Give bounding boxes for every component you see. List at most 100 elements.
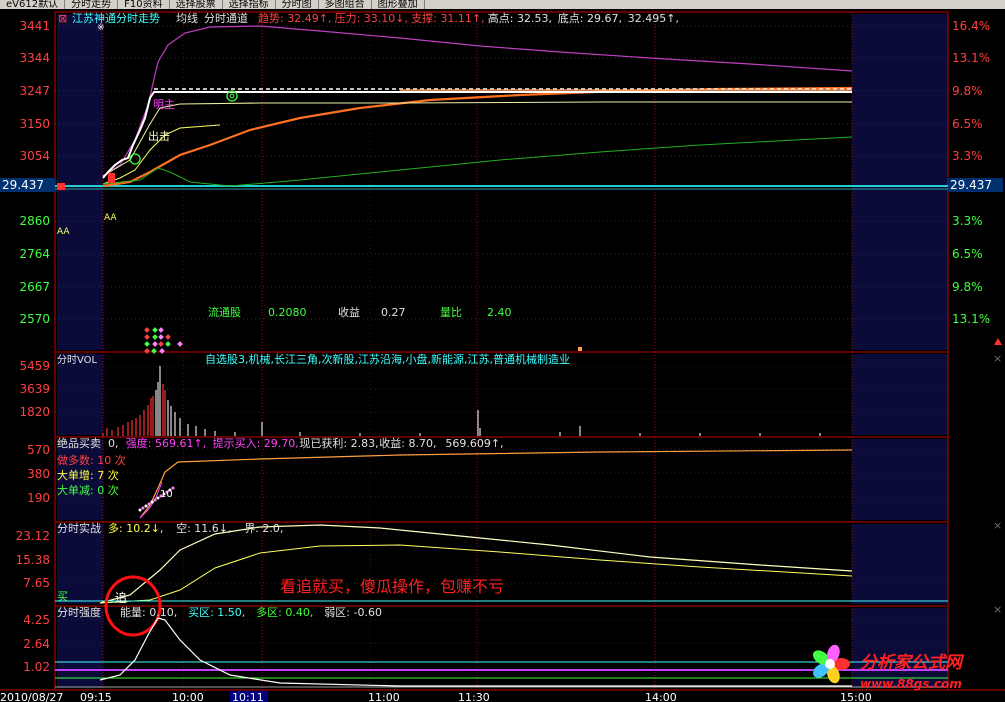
vol-tags: 自选股3,机械,长江三角,次新股,江苏沿海,小盘,新能源,江苏,普通机械制造业 (205, 352, 570, 366)
pct-tick: 3.3% (952, 214, 983, 228)
price-tick: 2570 (19, 312, 50, 326)
float-label: 流通股 (208, 305, 241, 319)
time-tick: 11:00 (368, 691, 400, 702)
time-tick: 2010/08/27 (0, 691, 63, 702)
star-marker: ※ (97, 23, 105, 33)
ss-title: 分时实战 (57, 521, 101, 535)
qd-param: 弱区: -0.60 (324, 606, 382, 619)
pct-tick: 9.8% (952, 280, 983, 294)
ss-chase-label: 追 (115, 590, 127, 605)
close-icon: × (993, 352, 1002, 365)
indicator-value: 支撑: 31.11↑, (411, 11, 484, 25)
time-tick: 09:15 (80, 691, 112, 702)
jp-param: 提示买入: 29.70, (213, 437, 299, 450)
close-icon: × (993, 603, 1002, 616)
open-marker (108, 173, 115, 183)
time-tick: 15:00 (840, 691, 872, 702)
jp-dot (147, 502, 151, 506)
price-tick: 2667 (19, 280, 50, 294)
time-tick: 10:00 (172, 691, 204, 702)
pct-tick: 6.5% (952, 247, 983, 261)
qd-title: 分时强度 (57, 605, 101, 619)
vol-tick: 1820 (19, 405, 50, 419)
ss-param: 空: 11.6↓, (176, 521, 231, 535)
jp-title: 绝品买卖 (57, 436, 101, 450)
mode-label: 分时通道 (204, 11, 248, 25)
pct-tick: 9.8% (952, 84, 983, 98)
pct-tick: 16.4% (952, 19, 990, 33)
ss-param: 界: 2.0, (244, 522, 283, 535)
jp-dot (153, 498, 157, 502)
jp-param: 0, (108, 437, 119, 450)
preopen-shade (57, 14, 103, 350)
qd-param: 能量: 0.10, (120, 605, 177, 619)
price-tick: 3441 (19, 19, 50, 33)
vr-value: 2.40 (487, 306, 512, 319)
qd-tick: 4.25 (23, 613, 50, 627)
price-tick: 2764 (19, 247, 50, 261)
indicator-value: 32.495↑, (628, 12, 679, 25)
jp-tick: 380 (27, 467, 50, 481)
vol-title: 分时VOL (57, 354, 98, 366)
time-tick: 14:00 (645, 691, 677, 702)
indicator-value: 高点: 32.53, (488, 11, 552, 25)
qd-param: 多区: 0.40, (256, 605, 313, 619)
logo-center (825, 659, 835, 669)
price-tick: 3054 (19, 149, 50, 163)
jp-param: 强度: 569.61↑, (126, 436, 206, 450)
indicator-value: 压力: 33.10↓, (335, 12, 408, 25)
jp-param: 569.609↑, (445, 437, 503, 450)
ss-tick: 15.38 (16, 553, 50, 567)
vol-tick: 3639 (19, 382, 50, 396)
watermark-url: www.88gs.com (860, 677, 962, 691)
jp-param: 收益: 8.70, (379, 436, 436, 450)
jp-dot (150, 500, 154, 504)
jp-tick: 570 (27, 443, 50, 457)
mode-label: 均线 (176, 11, 198, 25)
signal-diamond (578, 347, 582, 351)
stock-name: 江苏神通分时走势 (72, 11, 160, 25)
prev-close-left: 29.437 (2, 178, 44, 192)
chart-stage: ⊠ 江苏神通分时走势 均线 分时通道 趋势: 32.49↑, 压力: 33.10↓, 支撑:… (0, 9, 1005, 702)
jp-param: 现已获利: 2.83, (299, 437, 378, 450)
eps-value: 0.27 (381, 306, 406, 319)
ss-tick: 7.65 (23, 576, 50, 590)
pct-tick: 13.1% (952, 312, 990, 326)
open-marker (57, 183, 65, 190)
annotation-mingzhu: 明主 (153, 98, 175, 111)
time-tick: 11:30 (458, 691, 490, 702)
jp-dot (141, 506, 145, 510)
prev-close-right: 29.437 (950, 178, 992, 192)
annotation-aa: AA (57, 227, 70, 237)
jp-dot (138, 508, 142, 512)
ss-param: 多: 10.2↓, (108, 521, 163, 535)
indicator-value: 趋势: 32.49↑, (258, 12, 331, 25)
close-icon: × (993, 519, 1002, 532)
eps-label: 收益 (338, 305, 360, 319)
jp-dot (144, 504, 148, 508)
afterclose-shade (852, 14, 948, 350)
indicator-value: 底点: 29.67, (558, 11, 622, 25)
float-value: 0.2080 (268, 306, 307, 319)
price-tick: 3247 (19, 84, 50, 98)
jp-legend: 大单减: 0 次 (57, 483, 119, 497)
qd-param: 买区: 1.50, (188, 606, 245, 619)
jp-mark: 10 (160, 489, 173, 500)
time-tick: 10:11 (232, 691, 264, 702)
pct-tick: 3.3% (952, 149, 983, 163)
jp-legend: 大单增: 7 次 (57, 468, 119, 482)
ss-buy-label: 买 (57, 590, 68, 603)
annotation-aa: AA (104, 213, 117, 223)
watermark-brand: 分析家公式网 (860, 653, 965, 673)
afterclose-shade (852, 439, 948, 520)
qd-tick: 2.64 (23, 637, 50, 651)
pct-tick: 13.1% (952, 51, 990, 65)
ss-caption: 看追就买，傻瓜操作，包赚不亏 (280, 577, 504, 596)
jp-tick: 190 (27, 491, 50, 505)
price-tick: 3344 (19, 51, 50, 65)
app-icon: ⊠ (58, 12, 67, 25)
pct-tick: 6.5% (952, 117, 983, 131)
qd-tick: 1.02 (23, 660, 50, 674)
vol-tick: 5459 (19, 359, 50, 373)
jp-legend: 做多数: 10 次 (57, 453, 126, 467)
